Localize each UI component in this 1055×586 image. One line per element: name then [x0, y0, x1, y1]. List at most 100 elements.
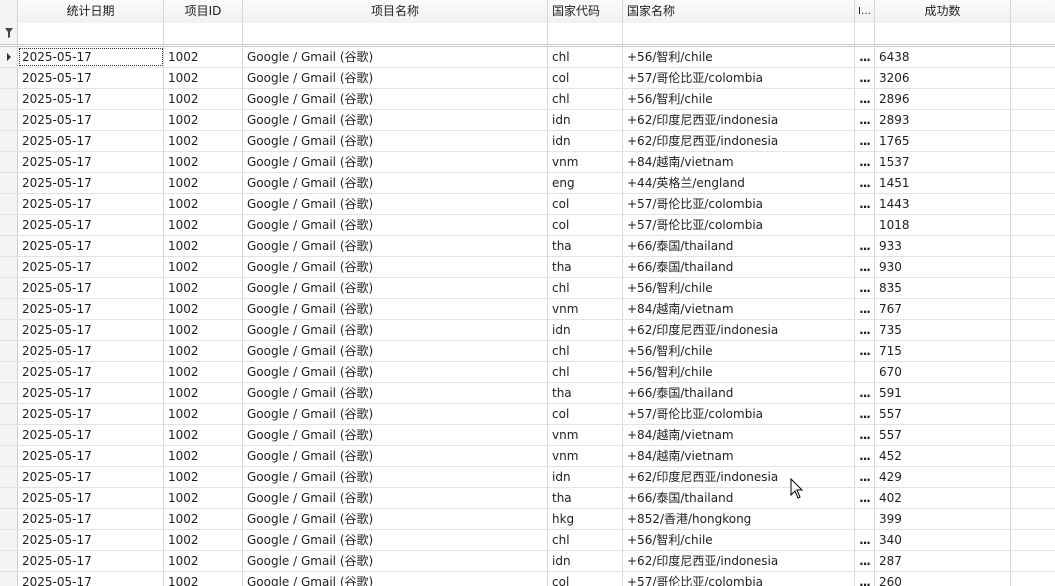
cell-date[interactable]: 2025-05-17: [18, 488, 164, 508]
row-indicator-cell[interactable]: [0, 341, 18, 361]
cell-project-id[interactable]: 1002: [164, 257, 243, 277]
row-indicator-cell[interactable]: [0, 47, 18, 67]
cell-project-name[interactable]: Google / Gmail (谷歌): [243, 110, 548, 130]
table-row[interactable]: 2025-05-17 1002 Google / Gmail (谷歌) col +57/…: [0, 194, 1055, 215]
cell-success-count[interactable]: 933: [875, 236, 1011, 256]
cell-country-name[interactable]: +56/智利/chile: [623, 362, 855, 382]
cell-country-code[interactable]: chl: [548, 530, 623, 550]
table-row[interactable]: 2025-05-17 1002 Google / Gmail (谷歌) vnm +84/…: [0, 446, 1055, 467]
row-indicator-cell[interactable]: [0, 425, 18, 445]
cell-success-count[interactable]: 557: [875, 404, 1011, 424]
cell-country-code[interactable]: idn: [548, 320, 623, 340]
cell-country-name[interactable]: +62/印度尼西亚/indonesia: [623, 110, 855, 130]
cell-success-count[interactable]: 6438: [875, 47, 1011, 67]
row-indicator-cell[interactable]: [0, 257, 18, 277]
cell-project-id[interactable]: 1002: [164, 89, 243, 109]
cell-country-code[interactable]: tha: [548, 257, 623, 277]
cell-country-name[interactable]: +66/泰国/thailand: [623, 236, 855, 256]
cell-project-name[interactable]: Google / Gmail (谷歌): [243, 215, 548, 235]
table-row[interactable]: 2025-05-17 1002 Google / Gmail (谷歌) idn +62/…: [0, 110, 1055, 131]
table-row[interactable]: 2025-05-17 1002 Google / Gmail (谷歌) vnm +84/…: [0, 152, 1055, 173]
cell-success-count[interactable]: 670: [875, 362, 1011, 382]
cell-success-count[interactable]: 399: [875, 509, 1011, 529]
cell-country-name[interactable]: +57/哥伦比亚/colombia: [623, 68, 855, 88]
cell-truncated[interactable]: ...: [855, 89, 875, 109]
cell-truncated[interactable]: ...: [855, 341, 875, 361]
cell-truncated[interactable]: [855, 215, 875, 235]
cell-project-name[interactable]: Google / Gmail (谷歌): [243, 68, 548, 88]
cell-project-name[interactable]: Google / Gmail (谷歌): [243, 320, 548, 340]
cell-truncated[interactable]: ...: [855, 446, 875, 466]
row-indicator-cell[interactable]: [0, 278, 18, 298]
table-row[interactable]: 2025-05-17 1002 Google / Gmail (谷歌) chl +56/…: [0, 530, 1055, 551]
filter-cell-success-count[interactable]: [875, 23, 1011, 44]
row-indicator-cell[interactable]: [0, 404, 18, 424]
cell-truncated[interactable]: ...: [855, 551, 875, 571]
cell-date[interactable]: 2025-05-17: [18, 320, 164, 340]
cell-truncated[interactable]: ...: [855, 194, 875, 214]
table-row[interactable]: 2025-05-17 1002 Google / Gmail (谷歌) eng +44/…: [0, 173, 1055, 194]
cell-project-name[interactable]: Google / Gmail (谷歌): [243, 383, 548, 403]
table-row[interactable]: 2025-05-17 1002 Google / Gmail (谷歌) col +57/…: [0, 572, 1055, 586]
cell-project-name[interactable]: Google / Gmail (谷歌): [243, 404, 548, 424]
cell-project-name[interactable]: Google / Gmail (谷歌): [243, 152, 548, 172]
cell-project-name[interactable]: Google / Gmail (谷歌): [243, 173, 548, 193]
cell-country-name[interactable]: +66/泰国/thailand: [623, 488, 855, 508]
cell-country-code[interactable]: col: [548, 572, 623, 586]
cell-project-id[interactable]: 1002: [164, 215, 243, 235]
cell-date[interactable]: 2025-05-17: [18, 194, 164, 214]
cell-project-name[interactable]: Google / Gmail (谷歌): [243, 446, 548, 466]
cell-success-count[interactable]: 340: [875, 530, 1011, 550]
cell-country-name[interactable]: +56/智利/chile: [623, 341, 855, 361]
row-indicator-cell[interactable]: [0, 194, 18, 214]
cell-date[interactable]: 2025-05-17: [18, 383, 164, 403]
row-indicator-cell[interactable]: [0, 236, 18, 256]
cell-project-name[interactable]: Google / Gmail (谷歌): [243, 488, 548, 508]
cell-success-count[interactable]: 735: [875, 320, 1011, 340]
row-indicator-cell[interactable]: [0, 110, 18, 130]
cell-success-count[interactable]: 835: [875, 278, 1011, 298]
cell-country-code[interactable]: tha: [548, 236, 623, 256]
cell-project-id[interactable]: 1002: [164, 299, 243, 319]
cell-truncated[interactable]: ...: [855, 425, 875, 445]
filter-cell-country-code[interactable]: [548, 23, 623, 44]
row-indicator-cell[interactable]: [0, 362, 18, 382]
cell-success-count[interactable]: 930: [875, 257, 1011, 277]
cell-date[interactable]: 2025-05-17: [18, 509, 164, 529]
column-header-country-name[interactable]: 国家名称: [623, 0, 855, 23]
cell-project-id[interactable]: 1002: [164, 173, 243, 193]
cell-country-name[interactable]: +57/哥伦比亚/colombia: [623, 194, 855, 214]
cell-truncated[interactable]: ...: [855, 299, 875, 319]
table-row[interactable]: 2025-05-17 1002 Google / Gmail (谷歌) chl +56/…: [0, 47, 1055, 68]
row-indicator-cell[interactable]: [0, 572, 18, 586]
cell-truncated[interactable]: ...: [855, 488, 875, 508]
cell-truncated[interactable]: ...: [855, 467, 875, 487]
cell-country-code[interactable]: idn: [548, 131, 623, 151]
cell-truncated[interactable]: ...: [855, 383, 875, 403]
cell-date[interactable]: 2025-05-17: [18, 530, 164, 550]
row-indicator-cell[interactable]: [0, 131, 18, 151]
table-row[interactable]: 2025-05-17 1002 Google / Gmail (谷歌) idn +62/…: [0, 131, 1055, 152]
cell-date[interactable]: 2025-05-17: [18, 467, 164, 487]
cell-truncated[interactable]: ...: [855, 320, 875, 340]
cell-project-id[interactable]: 1002: [164, 509, 243, 529]
cell-country-code[interactable]: vnm: [548, 299, 623, 319]
cell-success-count[interactable]: 1537: [875, 152, 1011, 172]
cell-truncated[interactable]: ...: [855, 236, 875, 256]
cell-country-name[interactable]: +44/英格兰/england: [623, 173, 855, 193]
cell-project-id[interactable]: 1002: [164, 110, 243, 130]
cell-date[interactable]: 2025-05-17: [18, 425, 164, 445]
table-row[interactable]: 2025-05-17 1002 Google / Gmail (谷歌) vnm +84/…: [0, 299, 1055, 320]
cell-country-code[interactable]: idn: [548, 467, 623, 487]
table-row[interactable]: 2025-05-17 1002 Google / Gmail (谷歌) vnm +84/…: [0, 425, 1055, 446]
cell-project-name[interactable]: Google / Gmail (谷歌): [243, 89, 548, 109]
cell-success-count[interactable]: 557: [875, 425, 1011, 445]
cell-success-count[interactable]: 287: [875, 551, 1011, 571]
table-row[interactable]: 2025-05-17 1002 Google / Gmail (谷歌) col +57/…: [0, 404, 1055, 425]
cell-truncated[interactable]: ...: [855, 530, 875, 550]
filter-cell-date[interactable]: [18, 23, 164, 44]
cell-country-name[interactable]: +62/印度尼西亚/indonesia: [623, 320, 855, 340]
cell-truncated[interactable]: [855, 362, 875, 382]
column-header-truncated[interactable]: I…: [855, 0, 875, 23]
table-row[interactable]: 2025-05-17 1002 Google / Gmail (谷歌) tha +66/…: [0, 236, 1055, 257]
